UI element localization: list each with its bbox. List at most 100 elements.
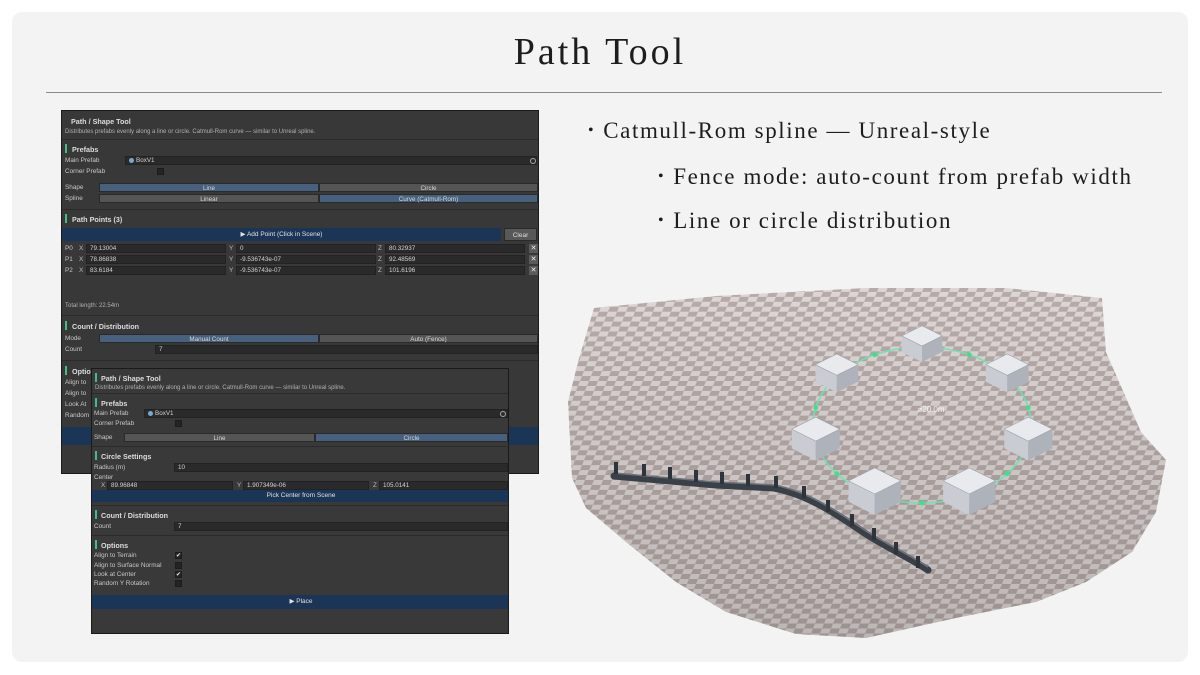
gizmo-handle[interactable] [813, 405, 819, 411]
divider [92, 446, 508, 447]
section-marker [95, 373, 97, 382]
count-field[interactable]: 7 [174, 522, 508, 531]
clear-points-button[interactable]: Clear [504, 228, 537, 241]
option-label-partial: Random [65, 412, 90, 419]
spline-curve-button[interactable]: Curve (Catmull-Rom) [319, 194, 538, 203]
point-z-field[interactable]: 101.6196 [385, 266, 525, 275]
radius-label: ⌀20.0m [917, 405, 944, 414]
point-x-field[interactable]: 78.86838 [86, 255, 226, 264]
shape-label: Shape [94, 434, 113, 441]
circle-settings-header: Circle Settings [101, 452, 152, 461]
section-marker [65, 366, 67, 375]
object-picker-icon[interactable] [530, 158, 536, 164]
bullet-item: • Fence mode: auto-count from prefab widt… [658, 164, 1133, 190]
point-y-field[interactable]: -9.536743e-07 [236, 266, 376, 275]
axis-z-label: Z [373, 482, 377, 489]
place-button[interactable]: ▶ Place [92, 595, 508, 609]
count-field[interactable]: 7 [155, 345, 538, 354]
remove-point-button[interactable]: ✕ [529, 266, 538, 275]
main-prefab-field[interactable]: BoxV1 [125, 156, 537, 165]
prefabs-header: Prefabs [101, 399, 128, 408]
panel-description: Distributes prefabs evenly along a line … [95, 385, 346, 391]
fence-post [872, 528, 876, 540]
main-prefab-label: Main Prefab [65, 157, 100, 164]
panel-description: Distributes prefabs evenly along a line … [65, 129, 316, 135]
corner-prefab-checkbox[interactable] [175, 420, 182, 427]
shape-label: Shape [65, 184, 84, 191]
divider [62, 139, 538, 140]
options-header: Options [101, 541, 129, 550]
remove-point-button[interactable]: ✕ [529, 244, 538, 253]
axis-y-label: Y [237, 482, 242, 489]
main-prefab-field[interactable]: BoxV1 [144, 409, 508, 418]
fence-post [850, 514, 854, 526]
gizmo-handle[interactable] [966, 352, 972, 358]
panel-title: Path / Shape Tool [101, 374, 161, 383]
center-y-field[interactable]: 1.907349e-06 [243, 481, 369, 490]
point-x-field[interactable]: 83.6184 [86, 266, 226, 275]
mode-auto-fence-button[interactable]: Auto (Fence) [319, 334, 538, 343]
look-at-center-label: Look at Center [94, 571, 136, 578]
fence-post [916, 556, 920, 568]
point-z-field[interactable]: 80.32937 [385, 244, 525, 253]
count-distribution-header: Count / Distribution [72, 322, 140, 331]
shape-circle-button[interactable]: Circle [319, 183, 538, 192]
radius-field[interactable]: 10 [174, 463, 508, 472]
spline-linear-button[interactable]: Linear [99, 194, 319, 203]
main-prefab-value: BoxV1 [155, 410, 174, 417]
prefab-icon [148, 410, 153, 416]
section-marker [95, 451, 97, 460]
fence-post [668, 467, 672, 479]
divider [62, 315, 538, 316]
random-y-rotation-checkbox[interactable] [175, 580, 182, 587]
point-label: P2 [65, 267, 73, 274]
remove-point-button[interactable]: ✕ [529, 255, 538, 264]
terrain-shading [568, 288, 1166, 638]
gizmo-handle[interactable] [919, 500, 925, 506]
axis-x-label: X [79, 245, 84, 252]
point-z-field[interactable]: 92.48569 [385, 255, 525, 264]
fence-post [826, 500, 830, 512]
shape-line-button[interactable]: Line [124, 433, 315, 442]
shape-line-button[interactable]: Line [99, 183, 319, 192]
divider [92, 393, 508, 394]
pick-center-button[interactable]: Pick Center from Scene [92, 490, 508, 502]
align-terrain-checkbox[interactable]: ✔ [175, 552, 182, 559]
center-x-field[interactable]: 89.96848 [107, 481, 233, 490]
bullet-dot-icon: • [658, 168, 666, 185]
corner-prefab-checkbox[interactable] [157, 168, 164, 175]
center-z-field[interactable]: 105.0141 [379, 481, 508, 490]
option-label-partial: Align to [65, 379, 87, 386]
slide-title: Path Tool [513, 31, 687, 73]
bullet-item: • Line or circle distribution [658, 208, 952, 234]
title-divider [46, 92, 1162, 93]
main-prefab-label: Main Prefab [94, 410, 129, 417]
gizmo-handle[interactable] [1004, 471, 1010, 477]
section-marker [95, 398, 97, 407]
gizmo-handle[interactable] [834, 471, 840, 477]
mode-manual-button[interactable]: Manual Count [99, 334, 319, 343]
gizmo-handle[interactable] [872, 352, 878, 358]
align-surface-normal-checkbox[interactable] [175, 562, 182, 569]
look-at-center-checkbox[interactable]: ✔ [175, 571, 182, 578]
point-label: P1 [65, 256, 73, 263]
axis-y-label: Y [229, 256, 234, 263]
section-marker [65, 214, 67, 223]
add-point-button[interactable]: ▶ Add Point (Click in Scene) [62, 228, 501, 241]
divider [62, 209, 538, 210]
point-label: P0 [65, 245, 73, 252]
point-y-field[interactable]: -9.536743e-07 [236, 255, 376, 264]
divider [62, 360, 538, 361]
section-marker [95, 540, 97, 549]
scene-viewport[interactable]: ⌀20.0m [566, 282, 1168, 644]
align-terrain-label: Align to Terrain [94, 552, 137, 559]
center-label: Center [94, 474, 114, 481]
point-y-field[interactable]: 0 [236, 244, 376, 253]
point-x-field[interactable]: 79.13004 [86, 244, 226, 253]
axis-y-label: Y [229, 245, 234, 252]
shape-circle-button[interactable]: Circle [315, 433, 508, 442]
object-picker-icon[interactable] [500, 411, 506, 417]
fence-post [720, 472, 724, 484]
fence-post [802, 486, 806, 498]
gizmo-handle[interactable] [1025, 405, 1031, 411]
